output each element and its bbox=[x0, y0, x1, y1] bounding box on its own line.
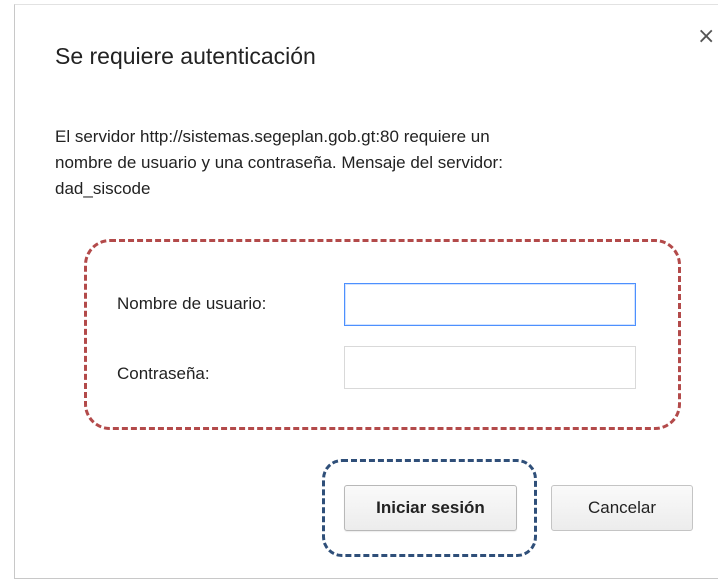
message-line: nombre de usuario y una contraseña. Mens… bbox=[55, 153, 503, 172]
message-line: dad_siscode bbox=[55, 179, 151, 198]
dialog-title: Se requiere autenticación bbox=[55, 43, 316, 69]
password-label: Contraseña: bbox=[117, 364, 210, 383]
dialog-message: El servidor http://sistemas.segeplan.gob… bbox=[55, 124, 695, 202]
username-field[interactable] bbox=[344, 283, 636, 326]
cancel-button[interactable]: Cancelar bbox=[551, 485, 693, 531]
message-line: El servidor http://sistemas.segeplan.gob… bbox=[55, 127, 490, 146]
username-label: Nombre de usuario: bbox=[117, 294, 267, 313]
credentials-highlight bbox=[84, 239, 681, 430]
close-icon[interactable]: × bbox=[697, 26, 715, 48]
password-field[interactable] bbox=[344, 346, 636, 389]
login-button[interactable]: Iniciar sesión bbox=[344, 485, 517, 531]
